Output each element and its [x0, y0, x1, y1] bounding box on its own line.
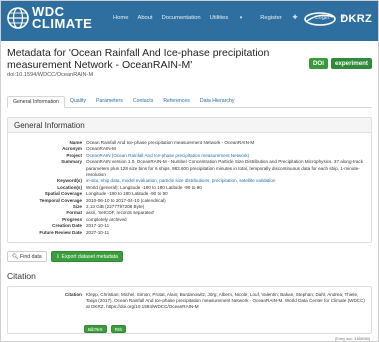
- info-value: OceanRAIN version 1.0, OceanRAIN-M - Num…: [86, 159, 364, 178]
- general-info-heading: General Information: [8, 118, 371, 133]
- type-badge: experiment: [330, 58, 372, 69]
- nav-register-label: Register: [260, 15, 282, 21]
- nav-documentation[interactable]: Documentation: [162, 15, 201, 21]
- export-label: Export dataset metadata: [61, 254, 119, 260]
- find-data-label: Find data: [20, 254, 42, 260]
- nav-register[interactable]: Register ✚: [260, 15, 306, 21]
- user-plus-icon: ✚: [292, 15, 298, 21]
- bibtex-button[interactable]: BibTeX: [84, 325, 107, 333]
- title-area: Metadata for 'Ocean Rainfall And Ice-pha…: [7, 47, 307, 78]
- chevron-down-icon: ▾: [238, 15, 243, 21]
- info-row-summary: Summary OceanRAIN version 1.0, OceanRAIN-…: [8, 159, 371, 178]
- tab-references[interactable]: References: [158, 96, 195, 107]
- info-value: 2027-10-11: [86, 229, 110, 235]
- doi-text: doi:10.1594/WDCC/OceanRAIN-M: [7, 72, 94, 78]
- info-row-review: Future Review Date 2027-10-11: [8, 230, 371, 236]
- badges: DOI experiment: [306, 58, 372, 69]
- tab-contacts[interactable]: Contacts: [128, 96, 158, 107]
- tab-quality[interactable]: Quality: [65, 96, 91, 107]
- export-metadata-button[interactable]: ⇩ Export dataset metadata: [50, 251, 124, 262]
- search-icon: 🔍︎: [12, 254, 19, 260]
- tab-parameters[interactable]: Parameters: [91, 96, 128, 107]
- tab-data-hierarchy[interactable]: Data Hierarchy: [195, 96, 240, 107]
- citation-panel: Citation Klepp, Christian; Michel, Simon…: [7, 286, 372, 334]
- dkrz-label: DKRZ: [340, 13, 372, 25]
- citation-row: Citation Klepp, Christian; Michel, Simon…: [8, 292, 371, 311]
- ris-button[interactable]: RIS: [110, 325, 127, 333]
- citation-key: Citation: [64, 292, 82, 297]
- general-info-rows: Name Ocean Rainfall And Ice-phase precipi…: [8, 140, 371, 236]
- find-data-button[interactable]: 🔍︎ Find data: [7, 251, 47, 262]
- logo-line2: CLIMATE: [32, 16, 93, 31]
- general-info-panel: General Information Name Ocean Rainfall A…: [7, 117, 372, 243]
- globe-icon: [7, 7, 29, 29]
- export-icon: ⇩: [55, 254, 61, 260]
- nav-about[interactable]: About: [137, 15, 152, 21]
- nav-home[interactable]: Home: [113, 15, 128, 21]
- entry-accession: [Entry acc: 3388065]: [335, 337, 370, 341]
- citation-export-buttons: BibTeX RIS: [84, 325, 130, 333]
- citation-text: Klepp, Christian; Michel, Simon; Protat,…: [86, 292, 365, 310]
- doi-badge: DOI: [308, 58, 328, 69]
- dkrz-logo[interactable]: DKRZ: [303, 10, 372, 28]
- citation-heading: Citation: [7, 271, 36, 281]
- action-buttons: 🔍︎ Find data ⇩ Export dataset metadata: [7, 251, 127, 262]
- nav-utilities[interactable]: Utilities ▾: [210, 15, 252, 21]
- page-frame: WDC CLIMATE Home About Documentation Uti…: [0, 0, 379, 342]
- tab-bar: General Information Quality Parameters C…: [7, 96, 372, 108]
- wdcc-logo[interactable]: WDC CLIMATE: [6, 5, 93, 31]
- info-key: Summary: [61, 159, 82, 165]
- page-title: Metadata for 'Ocean Rainfall And Ice-pha…: [7, 47, 270, 71]
- tab-general-information[interactable]: General Information: [7, 96, 65, 108]
- info-key: Future Review Date: [39, 229, 82, 235]
- dkrz-swoosh-icon: [304, 12, 337, 26]
- nav-utilities-label: Utilities: [209, 15, 229, 21]
- header-bar: WDC CLIMATE Home About Documentation Uti…: [1, 1, 378, 41]
